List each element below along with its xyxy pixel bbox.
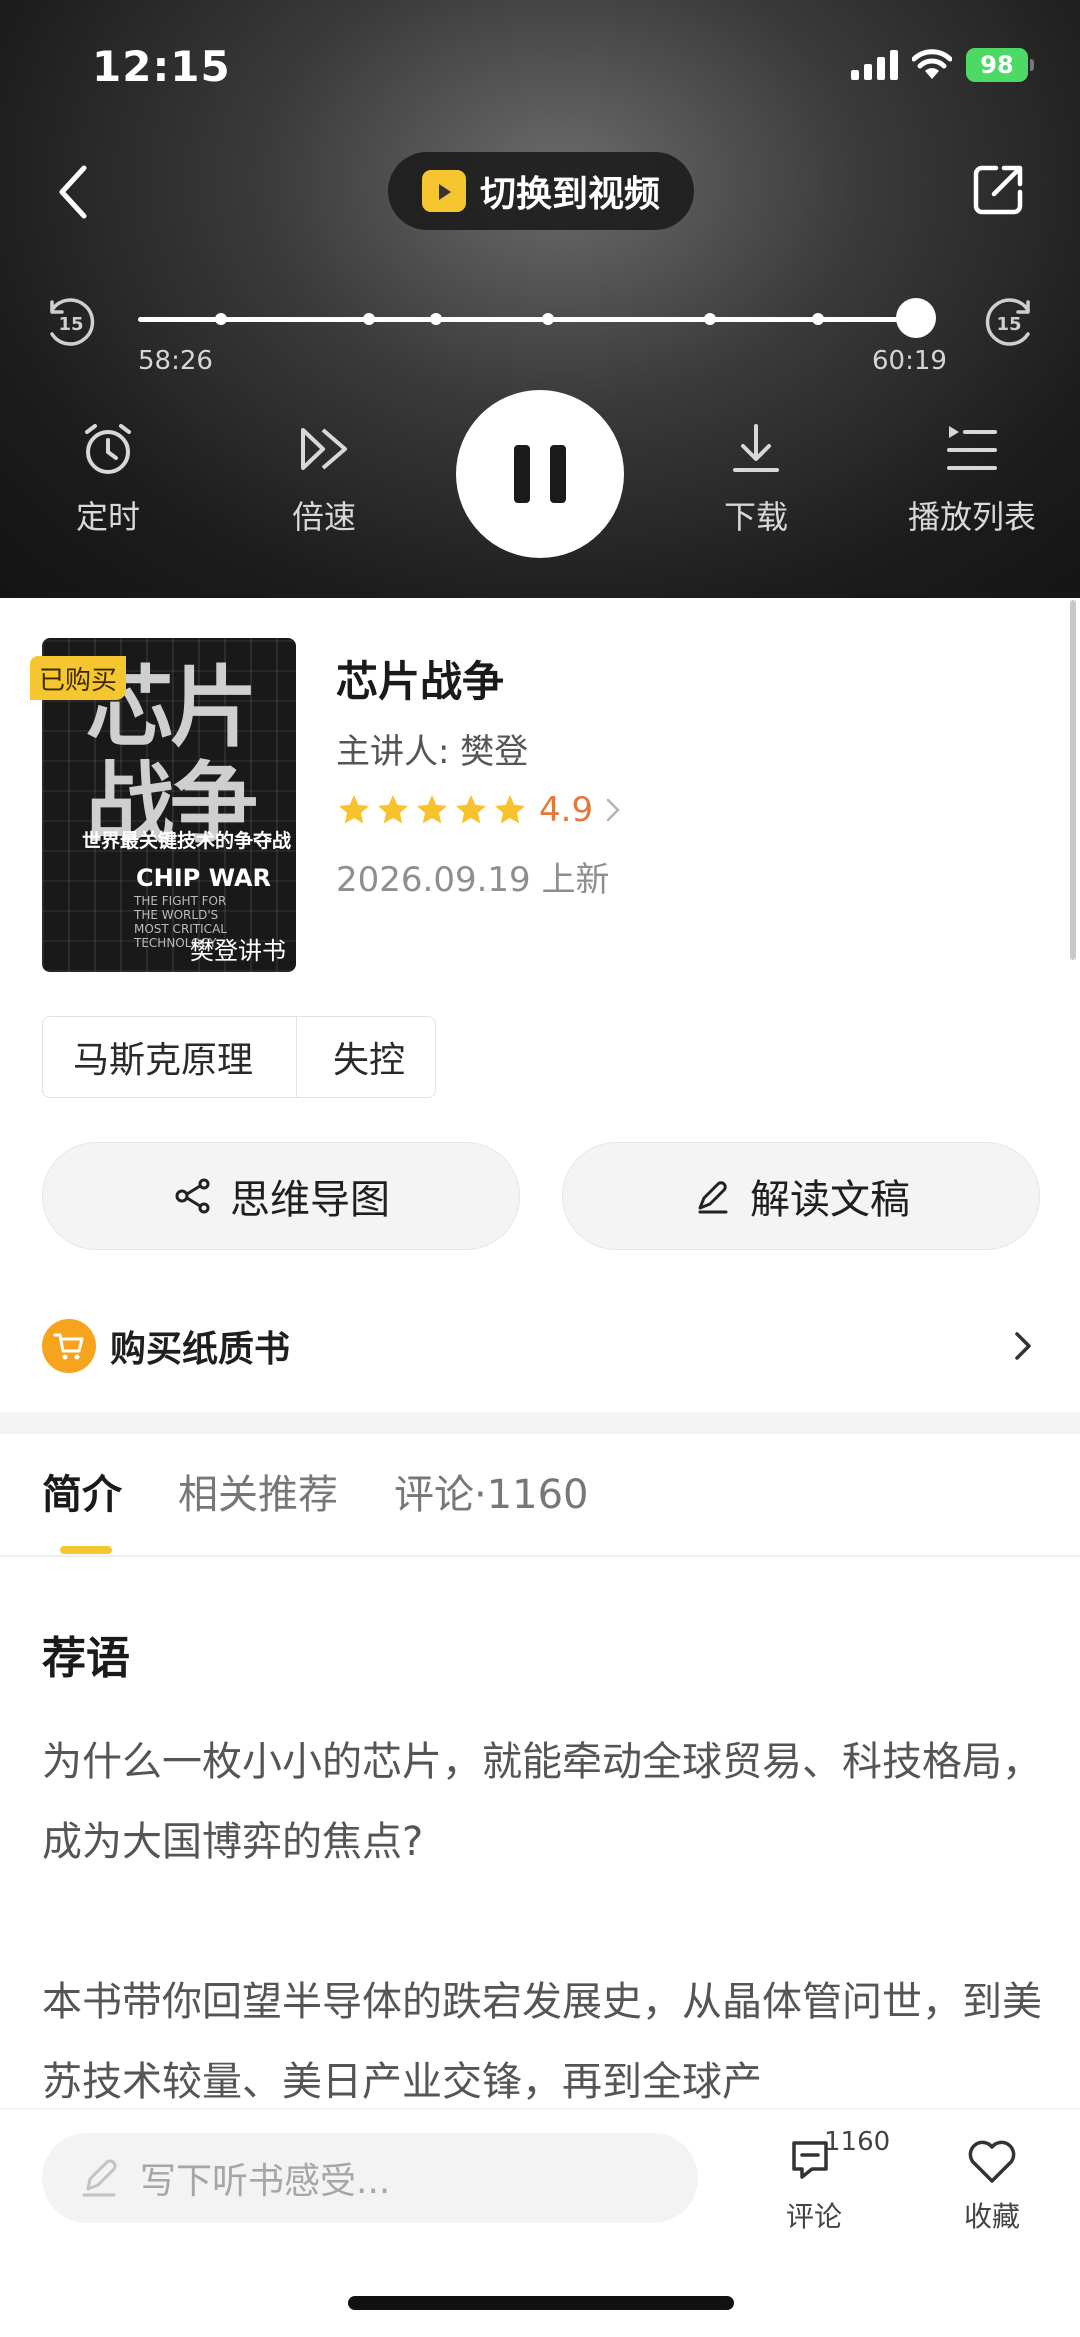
favorite-button[interactable]: 收藏: [932, 2133, 1052, 2235]
intro-paragraph: 为什么一枚小小的芯片，就能牵动全球贸易、科技格局，成为大国博弈的焦点?: [42, 1739, 1042, 1865]
tag-item[interactable]: 马斯克原理: [42, 1016, 299, 1098]
skip-forward-15-button[interactable]: 15: [980, 292, 1040, 352]
battery-level: 98: [980, 51, 1014, 79]
playlist-icon: [947, 426, 997, 470]
cover-brand: 樊登讲书: [190, 937, 286, 965]
tab-intro[interactable]: 简介: [42, 1462, 122, 1520]
chapter-mark: [363, 313, 375, 325]
tab-comments[interactable]: 评论·1160: [394, 1462, 589, 1520]
tag-item[interactable]: 失控: [296, 1016, 437, 1098]
comment-input-placeholder: 写下听书感受...: [140, 2161, 391, 2202]
pause-button[interactable]: [456, 390, 624, 558]
alarm-clock-icon: [85, 424, 131, 474]
skip-forward-label: 15: [996, 314, 1021, 335]
chevron-right-icon: [1015, 1332, 1031, 1360]
intro-paragraph: 本书带你回望半导体的跌宕发展史，从晶体管问世，到美苏技术较量、美日产业交锋，再到…: [42, 1979, 1042, 2105]
buy-paper-book-row[interactable]: 购买纸质书: [42, 1316, 1038, 1376]
book-title: 芯片战争: [336, 657, 505, 706]
star-icon: [378, 795, 408, 824]
section-divider: [0, 1412, 1080, 1434]
playlist-label: 播放列表: [907, 498, 1036, 536]
status-time: 12:15: [92, 42, 231, 91]
chapter-mark: [542, 313, 554, 325]
chapter-mark: [704, 313, 716, 325]
cover-en-title: CHIP WAR: [136, 864, 272, 892]
playlist-button[interactable]: 播放列表: [902, 420, 1042, 538]
transcript-button[interactable]: 解读文稿: [562, 1142, 1040, 1250]
timer-label: 定时: [75, 498, 140, 536]
intro-text: 为什么一枚小小的芯片，就能牵动全球贸易、科技格局，成为大国博弈的焦点? 本书带你…: [42, 1722, 1042, 2122]
comment-input[interactable]: 写下听书感受...: [42, 2133, 698, 2223]
switch-to-video-button[interactable]: 切换到视频: [388, 152, 694, 230]
audio-player: 12:15 98 切换到视频 15 58:26 60:19 15 定时 倍速 下…: [0, 0, 1080, 598]
favorite-label: 收藏: [963, 2200, 1020, 2233]
progress-slider[interactable]: [138, 298, 936, 338]
chapter-mark: [215, 313, 227, 325]
timer-button[interactable]: 定时: [38, 420, 178, 538]
rating-row[interactable]: 4.9: [336, 790, 623, 830]
pen-icon: [698, 1181, 728, 1214]
pencil-icon: [82, 2159, 117, 2197]
chevron-left-icon: [59, 165, 87, 219]
tab-divider: [0, 1555, 1080, 1557]
star-icon: [339, 795, 369, 824]
cellular-signal-icon: [851, 50, 898, 80]
chapter-mark: [430, 313, 442, 325]
current-time: 58:26: [138, 346, 213, 376]
comments-label: 评论: [785, 2200, 842, 2233]
battery-icon: 98: [966, 48, 1034, 82]
wifi-icon: [912, 49, 952, 79]
switch-to-video-label: 切换到视频: [479, 174, 660, 215]
chapter-mark: [812, 313, 824, 325]
scrollbar[interactable]: [1070, 600, 1076, 960]
cover-subtitle: 世界最关键技术的争夺战: [82, 830, 292, 852]
rating-value: 4.9: [539, 790, 594, 830]
heart-icon: [968, 2140, 1016, 2183]
star-icon: [456, 795, 486, 824]
rewind-15-icon: 15: [50, 298, 95, 346]
mind-map-label: 思维导图: [230, 1177, 390, 1223]
buy-paper-book-label: 购买纸质书: [110, 1329, 291, 1370]
release-date: 2026.09.19 上新: [336, 860, 610, 900]
back-button[interactable]: [50, 162, 100, 222]
tab-bar: 简介 相关推荐 评论·1160: [42, 1462, 589, 1520]
download-icon: [733, 424, 779, 472]
purchased-badge: 已购买: [30, 656, 126, 700]
tv-icon: [421, 170, 466, 212]
comment-count-badge: 1160: [824, 2127, 891, 2157]
shopping-cart-icon: [42, 1319, 96, 1373]
home-indicator: [348, 2296, 734, 2310]
speed-label: 倍速: [291, 498, 356, 536]
transcript-label: 解读文稿: [750, 1177, 910, 1223]
status-icons: 98: [851, 48, 1034, 82]
pause-icon: [514, 445, 530, 503]
comments-button[interactable]: 1160 评论: [754, 2127, 890, 2235]
fast-forward-icon: [301, 428, 347, 470]
star-icon: [495, 795, 525, 824]
download-button[interactable]: 下载: [686, 420, 826, 538]
recommendation-title: 荐语: [42, 1633, 130, 1684]
tab-related[interactable]: 相关推荐: [178, 1462, 338, 1520]
tag-list: 马斯克原理 失控: [42, 1016, 437, 1098]
mind-map-icon: [175, 1178, 210, 1214]
progress-thumb[interactable]: [896, 298, 936, 338]
active-tab-indicator: [60, 1546, 112, 1554]
skip-back-15-button[interactable]: 15: [40, 292, 100, 352]
download-label: 下载: [723, 498, 788, 536]
share-icon: [973, 165, 1023, 215]
mind-map-button[interactable]: 思维导图: [42, 1142, 520, 1250]
chevron-right-icon: [606, 798, 620, 822]
total-time: 60:19: [872, 346, 947, 376]
book-speaker: 主讲人: 樊登: [336, 732, 529, 772]
share-button[interactable]: [970, 160, 1028, 218]
forward-15-icon: 15: [985, 298, 1030, 346]
skip-back-label: 15: [58, 314, 83, 335]
star-icon: [417, 795, 447, 824]
speed-button[interactable]: 倍速: [254, 420, 394, 538]
